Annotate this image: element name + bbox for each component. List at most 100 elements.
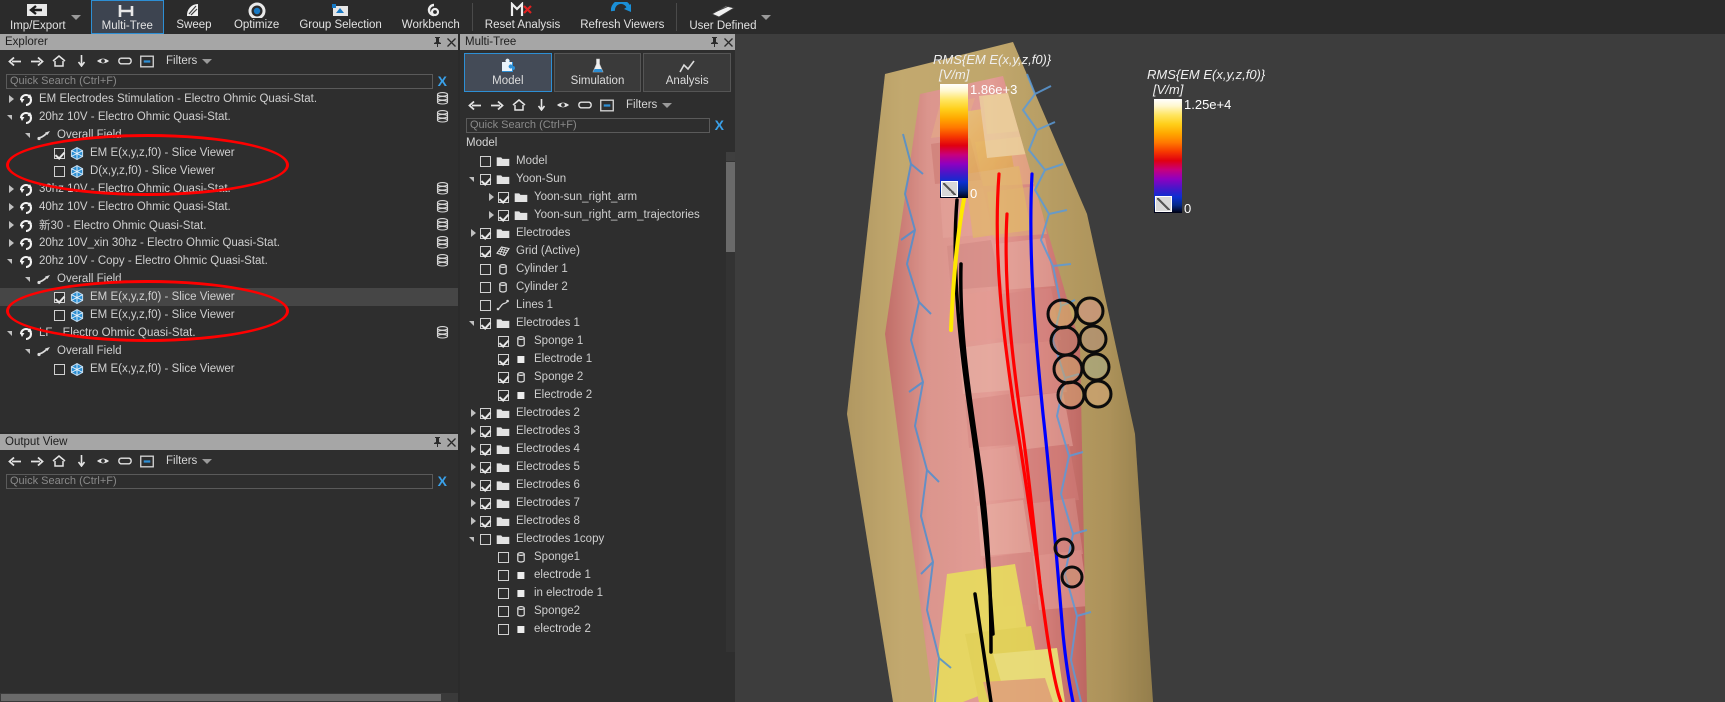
expand-arrow-icon[interactable] [468,497,480,509]
colorbar-1-nan-swatch[interactable] [941,181,958,197]
ribbon-button-reset-analysis[interactable]: Reset Analysis [475,0,570,34]
explorer-search-clear[interactable]: X [433,73,452,89]
tree-row[interactable]: Sponge 2 [460,368,726,386]
tree-row[interactable]: Yoon-sun_right_arm [460,188,726,206]
tree-row[interactable]: Electrodes 7 [460,494,726,512]
viewport-3d[interactable]: RMS{EM E(x,y,z,f0)} [V/m] 1.86e+3 0 RMS{… [735,34,1725,702]
tree-row[interactable]: 40hz 10V - Electro Ohmic Quasi-Stat. [0,198,458,216]
tree-row[interactable]: Sponge 1 [460,332,726,350]
visibility-checkbox[interactable] [480,443,491,455]
visibility-checkbox[interactable] [480,461,491,473]
visibility-checkbox[interactable] [480,245,491,257]
scrollbar-thumb[interactable] [1,694,441,701]
ribbon-button-sweep[interactable]: Sweep [164,0,224,34]
database-icon[interactable] [436,236,450,250]
collapse-arrow-icon[interactable] [6,255,18,267]
chevron-down-icon-2[interactable] [761,15,772,20]
chevron-down-icon-output[interactable] [202,458,213,464]
visibility-checkbox[interactable] [480,227,491,239]
home-icon-output[interactable] [52,454,66,468]
visibility-checkbox[interactable] [498,209,509,221]
database-icon[interactable] [436,254,450,268]
chevron-down-icon-multitree[interactable] [662,102,673,108]
loop-icon-multitree[interactable] [578,98,592,112]
tree-row[interactable]: Electrode 2 [460,386,726,404]
down-arrow-icon-output[interactable] [74,454,88,468]
pin-icon-multitree[interactable] [707,35,721,49]
tree-row[interactable]: Cylinder 1 [460,260,726,278]
collapse-icon-multitree[interactable] [600,98,614,112]
visibility-checkbox[interactable] [498,551,509,563]
tree-row[interactable]: Lines 1 [460,296,726,314]
scroll-up-button[interactable] [726,152,735,161]
multi-tree-scrollbar-thumb[interactable] [726,162,735,252]
colorbar-2-scale[interactable]: 1.25e+4 0 [1154,97,1265,216]
output-view-search-clear[interactable]: X [433,473,452,489]
home-icon-multitree[interactable] [512,98,526,112]
collapse-arrow-icon[interactable] [6,327,18,339]
back-arrow-icon[interactable] [8,54,22,68]
tree-row[interactable]: in electrode 1 [460,584,726,602]
tree-row[interactable]: EM E(x,y,z,f0) - Slice Viewer [0,306,458,324]
visibility-checkbox[interactable] [54,363,65,375]
collapse-arrow-icon[interactable] [6,111,18,123]
expand-arrow-icon[interactable] [468,407,480,419]
visibility-checkbox[interactable] [54,291,65,303]
tree-row[interactable]: Electrodes 2 [460,404,726,422]
tree-row[interactable]: 20hz 10V - Electro Ohmic Quasi-Stat. [0,108,458,126]
collapse-icon[interactable] [140,54,154,68]
tab-simulation[interactable]: Simulation [553,53,642,92]
colorbar-2-nan-swatch[interactable] [1155,196,1172,212]
output-view-horizontal-scrollbar[interactable] [0,693,458,702]
tree-row[interactable]: Electrodes [460,224,726,242]
loop-icon-output[interactable] [118,454,132,468]
tree-row[interactable]: EM E(x,y,z,f0) - Slice Viewer [0,360,458,378]
expand-arrow-icon[interactable] [468,443,480,455]
database-icon[interactable] [436,326,450,340]
expand-arrow-icon[interactable] [6,93,18,105]
multi-tree-filters-button[interactable]: Filters [626,99,673,111]
tree-row[interactable]: Sponge2 [460,602,726,620]
ribbon-button-optimize[interactable]: Optimize [224,0,289,34]
home-icon[interactable] [52,54,66,68]
visibility-checkbox[interactable] [498,623,509,635]
visibility-checkbox[interactable] [498,371,509,383]
eye-icon[interactable] [96,54,110,68]
visibility-checkbox[interactable] [498,353,509,365]
tree-row[interactable]: EM E(x,y,z,f0) - Slice Viewer [0,144,458,162]
collapse-arrow-icon[interactable] [468,533,480,545]
visibility-checkbox[interactable] [480,407,491,419]
database-icon[interactable] [436,92,450,106]
tree-row[interactable]: Yoon-sun_right_arm_trajectories [460,206,726,224]
close-icon-output[interactable] [444,435,458,449]
tree-row[interactable]: Model [460,152,726,170]
pin-icon[interactable] [430,35,444,49]
visibility-checkbox[interactable] [480,497,491,509]
tree-row[interactable]: Electrodes 8 [460,512,726,530]
ribbon-button-user-defined[interactable]: User Defined [679,0,781,34]
visibility-checkbox[interactable] [498,569,509,581]
expand-arrow-icon[interactable] [6,219,18,231]
expand-arrow-icon[interactable] [468,425,480,437]
tree-row[interactable]: Cylinder 2 [460,278,726,296]
collapse-arrow-icon[interactable] [24,129,36,141]
database-icon[interactable] [436,200,450,214]
visibility-checkbox[interactable] [480,533,491,545]
expand-arrow-icon[interactable] [468,461,480,473]
tree-row[interactable]: Electrodes 1copy [460,530,726,548]
tree-row[interactable]: Electrodes 6 [460,476,726,494]
collapse-arrow-icon[interactable] [24,345,36,357]
visibility-checkbox[interactable] [480,173,491,185]
expand-arrow-icon[interactable] [486,191,498,203]
visibility-checkbox[interactable] [480,479,491,491]
visibility-checkbox[interactable] [54,147,65,159]
multi-tree-tree[interactable]: Model Yoon-Sun Yoon-sun_right_arm Yoon-sun_… [460,152,726,638]
expand-arrow-icon[interactable] [6,183,18,195]
loop-icon[interactable] [118,54,132,68]
visibility-checkbox[interactable] [498,587,509,599]
visibility-checkbox[interactable] [480,263,491,275]
tree-row[interactable]: Electrodes 4 [460,440,726,458]
tab-model[interactable]: Model [464,53,552,92]
tree-row[interactable]: 20hz 10V_xin 30hz - Electro Ohmic Quasi-… [0,234,458,252]
tree-row[interactable]: Overall Field [0,270,458,288]
